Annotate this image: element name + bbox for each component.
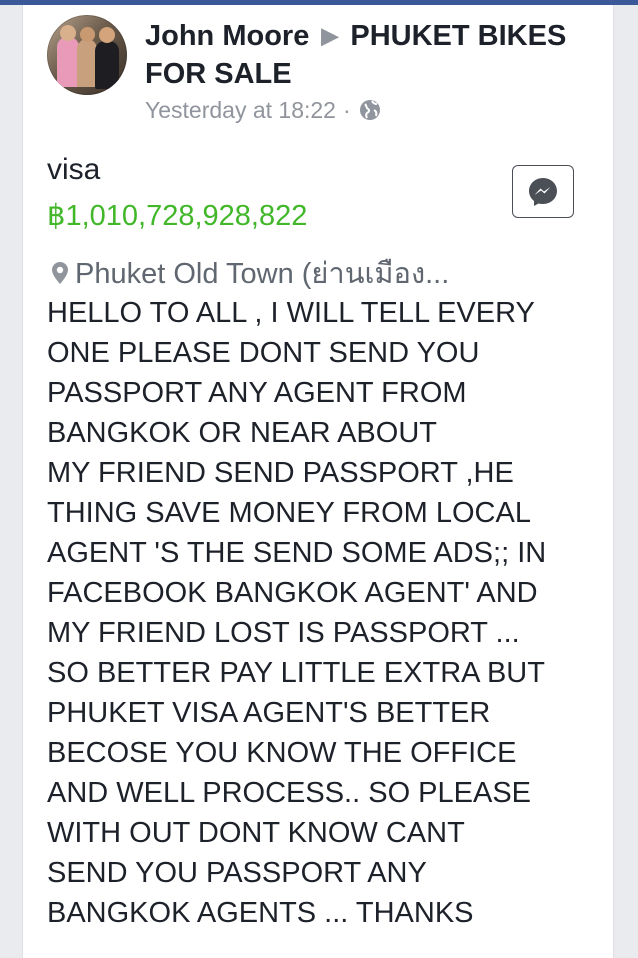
avatar-figure (57, 37, 79, 87)
messenger-icon (529, 177, 557, 206)
listing-description: HELLO TO ALL , I WILL TELL EVERY ONE PLE… (47, 297, 547, 929)
listing-price: ฿1,010,728,928,822 (47, 200, 308, 232)
post-card: John Moore ▶ PHUKET BIKES FOR SALE Yeste… (22, 5, 614, 958)
arrow-right-icon: ▶ (321, 23, 339, 48)
location-text: Phuket Old Town (ย่านเมือง... (75, 258, 450, 290)
avatar-figure (80, 27, 95, 42)
author-name-link[interactable]: John Moore (145, 20, 309, 52)
author-avatar[interactable] (47, 15, 127, 95)
avatar-figure (99, 27, 115, 43)
avatar-figure (77, 39, 97, 87)
location-pin-icon (52, 262, 68, 284)
globe-icon[interactable] (358, 98, 382, 122)
post-timestamp-link[interactable]: Yesterday at 18:22 (145, 95, 336, 125)
post-header: John Moore ▶ PHUKET BIKES FOR SALE (145, 17, 585, 93)
avatar-figure (60, 25, 76, 41)
avatar-figure (95, 41, 119, 89)
meta-separator: · (342, 97, 351, 123)
message-seller-button[interactable] (512, 165, 574, 218)
listing-title: visa (47, 153, 101, 186)
post-meta: Yesterday at 18:22 · (145, 95, 382, 125)
listing-location[interactable]: Phuket Old Town (ย่านเมือง... (51, 250, 591, 296)
